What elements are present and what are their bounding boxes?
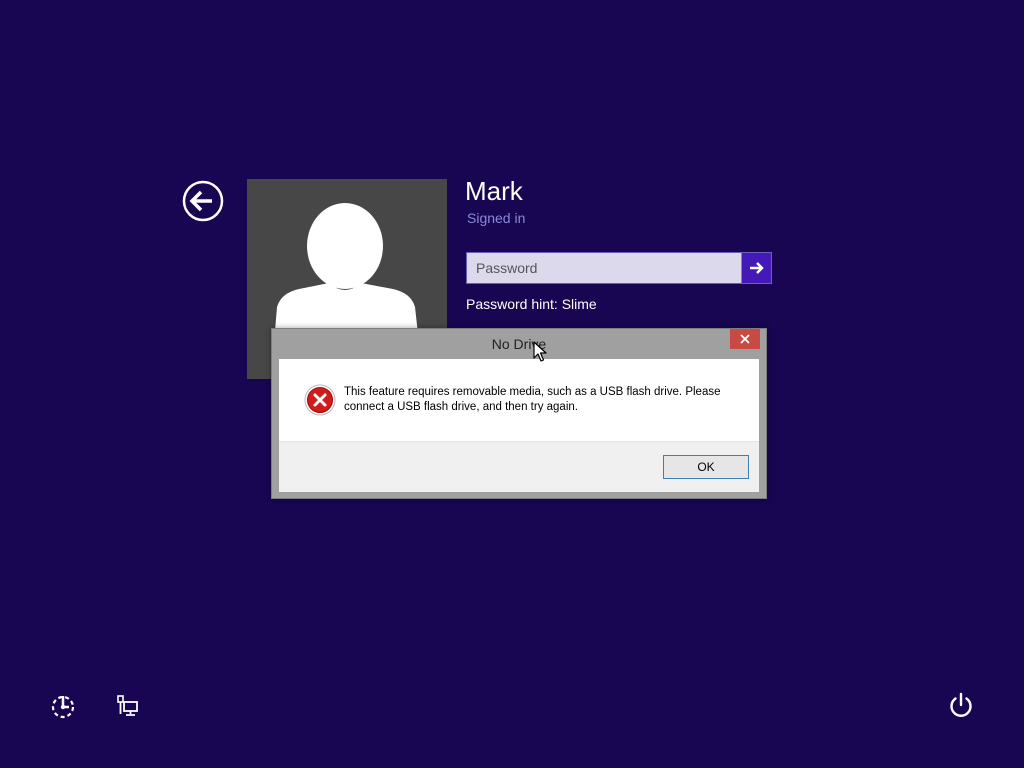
dialog-message: This feature requires removable media, s… <box>344 386 721 413</box>
ease-of-access-icon <box>51 695 75 719</box>
back-button[interactable] <box>182 180 224 222</box>
submit-button[interactable] <box>741 253 771 283</box>
password-input[interactable] <box>467 253 741 283</box>
dialog-footer: OK <box>279 441 759 492</box>
dialog-title: No Drive <box>491 336 547 352</box>
arrow-right-icon <box>750 262 764 274</box>
password-hint: Password hint: Slime <box>466 296 597 312</box>
close-icon <box>740 334 750 344</box>
power-icon <box>950 692 972 717</box>
ease-of-access-button[interactable] <box>49 692 77 720</box>
back-arrow-icon <box>182 180 224 222</box>
dialog-close-button[interactable] <box>730 329 760 349</box>
user-status: Signed in <box>467 210 526 226</box>
dialog-body: This feature requires removable media, s… <box>279 359 759 492</box>
power-button[interactable] <box>947 691 975 719</box>
password-box <box>466 252 772 284</box>
user-name: Mark <box>465 176 523 206</box>
ok-button[interactable]: OK <box>663 455 749 479</box>
error-x-icon <box>304 384 336 416</box>
error-dialog: No Drive This feature requires removable… <box>271 328 767 499</box>
network-button[interactable] <box>113 692 141 720</box>
network-icon <box>117 695 138 716</box>
